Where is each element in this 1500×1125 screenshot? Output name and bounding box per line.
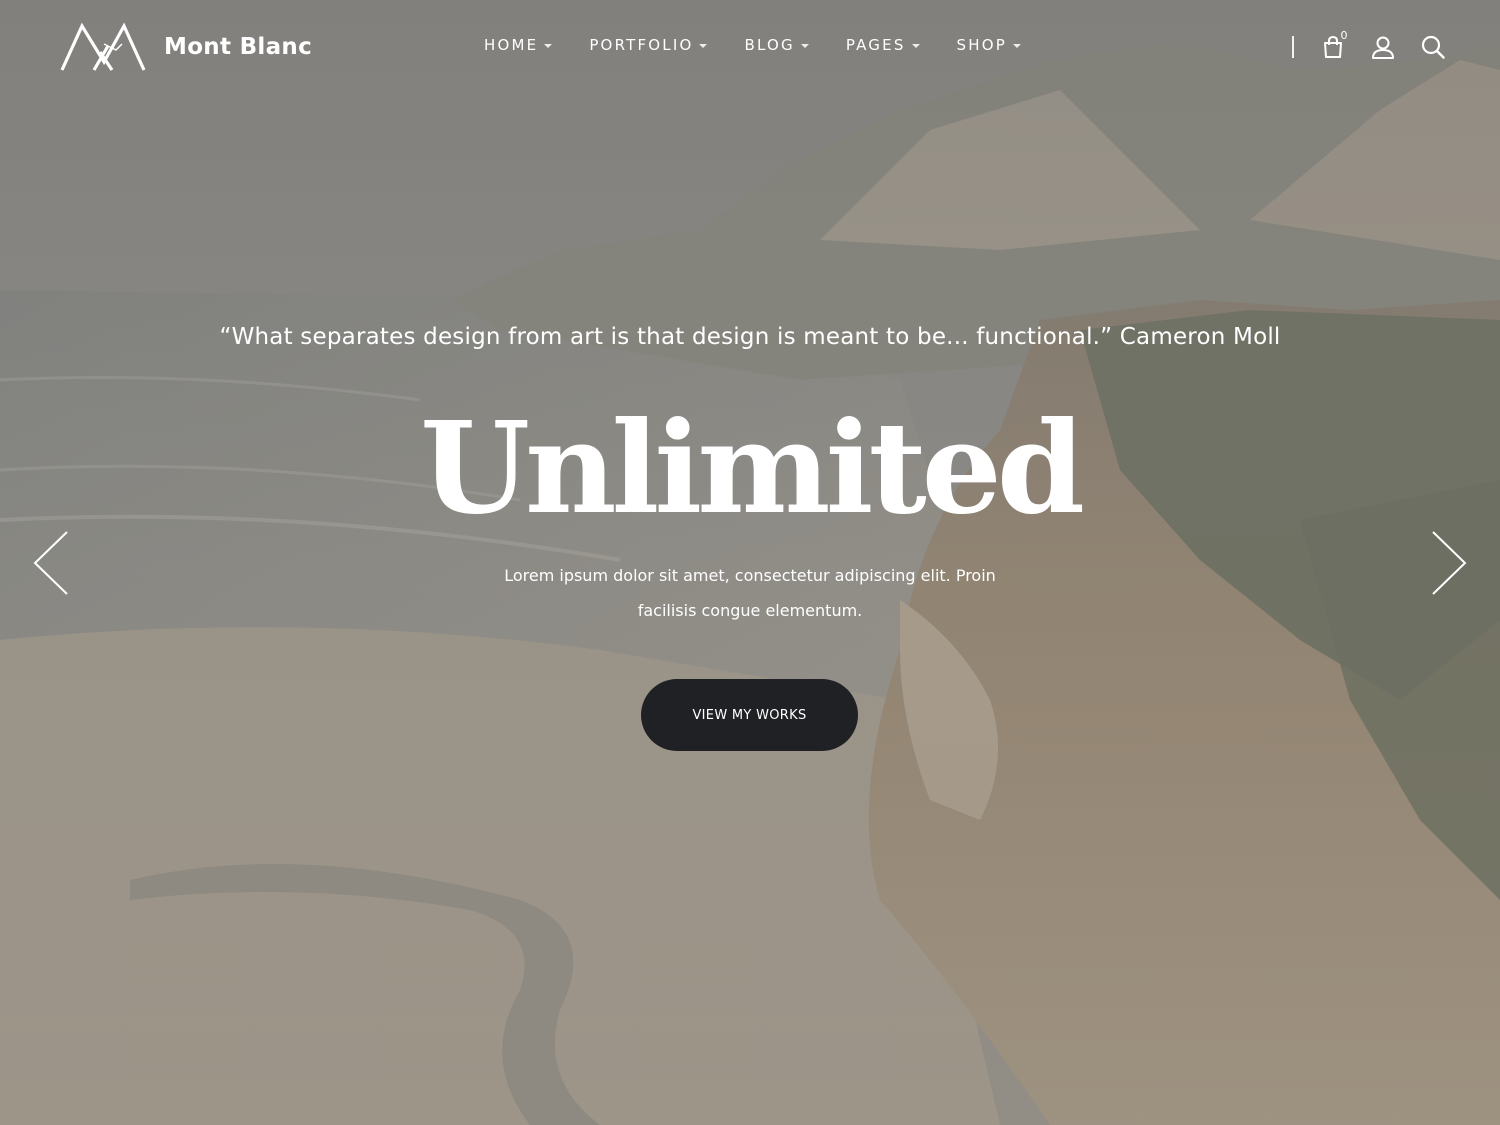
cart-button[interactable]: 0 bbox=[1319, 29, 1348, 61]
hero-slider: Mont Blanc HOME PORTFOLIO BLOG PAGES SHO… bbox=[0, 0, 1500, 1125]
user-icon bbox=[1371, 36, 1394, 59]
account-button[interactable] bbox=[1369, 33, 1397, 61]
slide-headline: Unlimited bbox=[420, 394, 1085, 542]
caret-down-icon bbox=[800, 43, 809, 48]
nav-item-label: BLOG bbox=[744, 36, 795, 54]
caret-down-icon bbox=[911, 43, 920, 48]
slider-prev-button[interactable] bbox=[30, 530, 70, 596]
site-header: Mont Blanc HOME PORTFOLIO BLOG PAGES SHO… bbox=[0, 0, 1500, 94]
slider-next-button[interactable] bbox=[1430, 530, 1470, 596]
nav-item-pages[interactable]: PAGES bbox=[846, 36, 920, 54]
caret-down-icon bbox=[1013, 43, 1021, 48]
chevron-right-icon bbox=[1432, 531, 1467, 595]
cart-count-badge: 0 bbox=[1340, 29, 1348, 42]
nav-item-blog[interactable]: BLOG bbox=[744, 36, 809, 54]
nav-item-shop[interactable]: SHOP bbox=[957, 36, 1021, 54]
slide-quote: “What separates design from art is that … bbox=[219, 324, 1281, 350]
view-my-works-button[interactable]: VIEW MY WORKS bbox=[641, 679, 858, 751]
brand-name: Mont Blanc bbox=[164, 34, 313, 60]
search-button[interactable] bbox=[1419, 33, 1447, 61]
mountain-logo-icon bbox=[60, 22, 146, 71]
caret-down-icon bbox=[699, 43, 708, 48]
search-icon bbox=[1421, 35, 1445, 59]
main-nav: HOME PORTFOLIO BLOG PAGES SHOP bbox=[484, 36, 1021, 54]
nav-item-label: HOME bbox=[484, 36, 539, 54]
chevron-left-icon bbox=[33, 531, 68, 595]
caret-down-icon bbox=[544, 43, 553, 48]
header-tools: 0 bbox=[1292, 29, 1447, 64]
nav-item-label: PAGES bbox=[845, 36, 906, 54]
nav-item-label: PORTFOLIO bbox=[589, 36, 694, 54]
nav-item-home[interactable]: HOME bbox=[484, 36, 553, 54]
nav-item-label: SHOP bbox=[956, 36, 1007, 54]
slide-subtext: Lorem ipsum dolor sit amet, consectetur … bbox=[504, 566, 996, 620]
header-divider bbox=[1292, 36, 1294, 58]
nav-item-portfolio[interactable]: PORTFOLIO bbox=[589, 36, 708, 54]
site-logo[interactable]: Mont Blanc bbox=[60, 22, 312, 72]
